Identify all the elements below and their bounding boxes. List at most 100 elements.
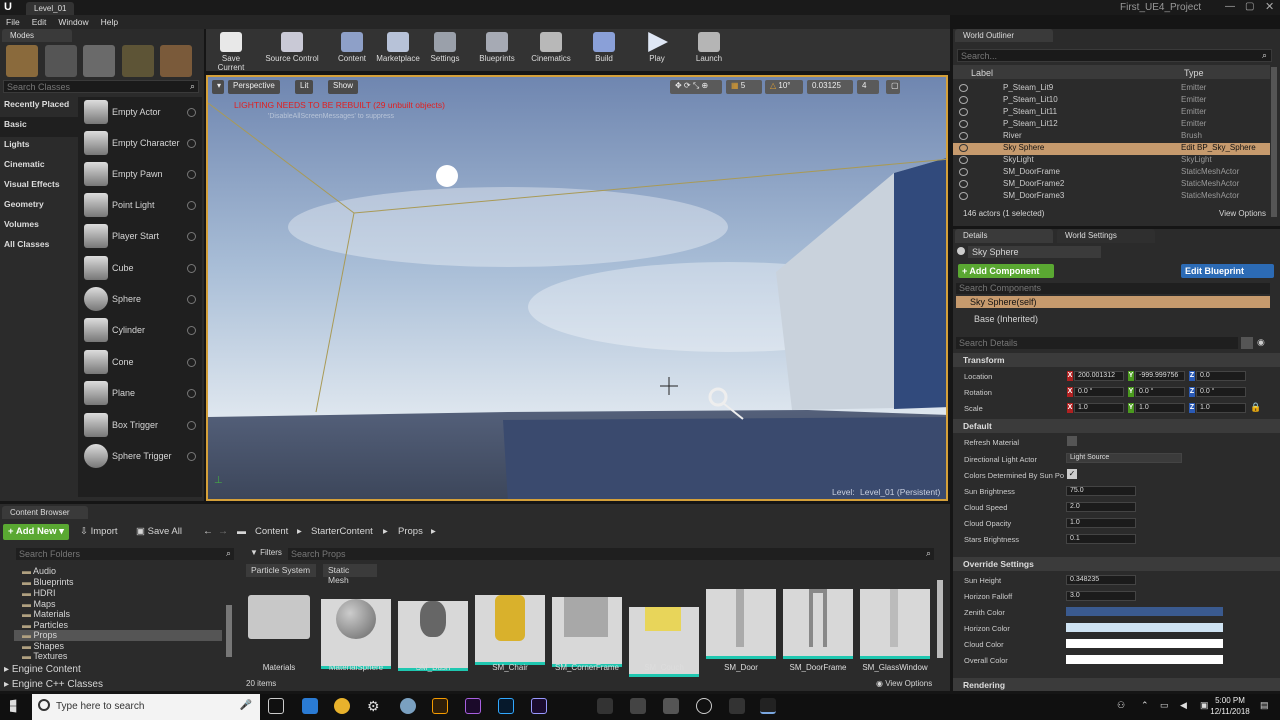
category-volumes[interactable]: Volumes	[0, 217, 78, 237]
asset-tile-sm-bush[interactable]: SM_Bush	[398, 583, 468, 673]
rendering-section[interactable]: Rendering	[953, 678, 1280, 691]
eye-icon[interactable]	[959, 144, 968, 152]
app-icon[interactable]	[663, 698, 679, 714]
content-browser-tab[interactable]: Content Browser	[2, 506, 88, 519]
place-item-cone[interactable]: Cone	[80, 347, 202, 377]
landscape-mode-icon[interactable]	[83, 45, 116, 77]
geometry-mode-icon[interactable]	[160, 45, 193, 77]
clock-time[interactable]: 5:00 PM	[1208, 696, 1252, 705]
place-item-player-start[interactable]: Player Start	[80, 221, 202, 251]
asset-scrollbar[interactable]	[937, 580, 943, 658]
volume-icon[interactable]: ◀	[1180, 700, 1187, 711]
folder-particles[interactable]: ▬ Particles	[22, 620, 68, 630]
asset-tile-sm-couch[interactable]: SM_Couch	[629, 583, 699, 677]
transform-section[interactable]: Transform	[953, 353, 1280, 367]
folder-maps[interactable]: ▬ Maps	[22, 599, 56, 609]
lit-button[interactable]: Lit	[295, 80, 314, 94]
details-tab[interactable]: Details	[955, 229, 1053, 243]
category-basic[interactable]: Basic	[0, 117, 78, 137]
menu-window[interactable]: Window	[52, 17, 94, 27]
network-icon[interactable]: ▭	[1160, 700, 1169, 711]
eye-icon[interactable]	[959, 84, 968, 92]
folder-shapes[interactable]: ▬ Shapes	[22, 641, 64, 651]
location-x-field[interactable]: 200.001312	[1074, 371, 1124, 381]
engine-content-root[interactable]: ▸ Engine Content	[4, 664, 81, 675]
help-icon[interactable]	[187, 451, 196, 461]
viewport-options-button[interactable]: ▾	[212, 80, 224, 94]
eye-icon[interactable]	[959, 132, 968, 140]
rotation-label[interactable]: Rotation	[964, 388, 992, 397]
outliner-row[interactable]: SM_DoorFrame StaticMeshActor	[953, 167, 1270, 179]
eye-icon[interactable]	[959, 120, 968, 128]
lock-icon[interactable]: 🔒	[1250, 402, 1261, 413]
folder-tree-scrollbar[interactable]	[226, 605, 232, 657]
save-current-button[interactable]: Save Current	[208, 32, 254, 72]
search-props-input[interactable]: Search Props ⌕	[288, 548, 934, 560]
stars-brightness-field[interactable]: 0.1	[1066, 534, 1136, 544]
scale-y-field[interactable]: 1.0	[1135, 403, 1185, 413]
search-folders-input[interactable]: Search Folders ⌕	[16, 548, 234, 560]
outliner-search-input[interactable]: Search... ⌕	[957, 49, 1272, 62]
edit-blueprint-button[interactable]: Edit Blueprint	[1181, 264, 1274, 278]
asset-tile-materialsphere[interactable]: MaterialSphere	[321, 583, 391, 673]
minimize-button[interactable]: —	[1225, 1, 1235, 12]
asset-tile-materials[interactable]: Materials	[244, 583, 314, 673]
unreal-editor-icon[interactable]	[760, 698, 776, 714]
cloud-speed-field[interactable]: 2.0	[1066, 502, 1136, 512]
folder-hdri[interactable]: ▬ HDRI	[22, 588, 56, 598]
component-self-row[interactable]: Sky Sphere(self)	[956, 296, 1270, 308]
photoshop-icon[interactable]	[498, 698, 514, 714]
horizon-color-swatch[interactable]	[1066, 623, 1223, 632]
outliner-row[interactable]: SkyLight SkyLight	[953, 155, 1270, 167]
gear-icon[interactable]: ⚙	[367, 698, 383, 714]
scale-z-field[interactable]: 1.0	[1196, 403, 1246, 413]
edge-icon[interactable]	[302, 698, 318, 714]
asset-tile-sm-chair[interactable]: SM_Chair	[475, 583, 545, 673]
place-item-cylinder[interactable]: Cylinder	[80, 315, 202, 345]
eye-icon[interactable]	[959, 96, 968, 104]
rotation-snap-toggle[interactable]: △ 10°	[765, 80, 803, 94]
world-settings-tab[interactable]: World Settings	[1057, 229, 1155, 243]
cloud-color-swatch[interactable]	[1066, 639, 1223, 648]
scale-label[interactable]: Scale	[964, 404, 983, 413]
breadcrumb-props[interactable]: Props	[398, 526, 423, 537]
settings-button[interactable]: Settings	[422, 32, 468, 63]
help-icon[interactable]	[187, 231, 196, 241]
place-item-sphere-trigger[interactable]: Sphere Trigger	[80, 441, 202, 471]
folder-materials[interactable]: ▬ Materials	[22, 609, 70, 619]
play-button[interactable]: Play	[634, 32, 680, 63]
help-icon[interactable]	[187, 107, 196, 117]
asset-tile-sm-cornerframe[interactable]: SM_CornerFrame	[552, 583, 622, 673]
filter-particle-system[interactable]: Particle System	[246, 564, 316, 577]
eye-icon[interactable]: ◉	[1257, 337, 1273, 349]
grid-snap-toggle[interactable]: ▦ 5	[726, 80, 762, 94]
cloud-opacity-field[interactable]: 1.0	[1066, 518, 1136, 528]
level-viewport[interactable]: ▾ Perspective Lit Show LIGHTING NEEDS TO…	[206, 75, 948, 501]
category-all-classes[interactable]: All Classes	[0, 237, 78, 257]
asset-tile-sm-doorframe[interactable]: SM_DoorFrame	[783, 583, 853, 673]
launch-button[interactable]: Launch	[686, 32, 732, 63]
outliner-row[interactable]: P_Steam_Lit10 Emitter	[953, 95, 1270, 107]
search-components-input[interactable]: Search Components	[956, 283, 1270, 294]
after-effects-icon[interactable]	[531, 698, 547, 714]
place-item-sphere[interactable]: Sphere	[80, 284, 202, 314]
help-icon[interactable]	[187, 420, 196, 430]
help-icon[interactable]	[187, 200, 196, 210]
search-classes-input[interactable]: Search Classes ⌕	[3, 80, 199, 93]
outliner-view-options[interactable]: View Options	[1219, 209, 1266, 218]
add-new-button[interactable]: + Add New ▾	[3, 524, 69, 540]
place-item-empty-actor[interactable]: Empty Actor	[80, 97, 202, 127]
app-icon[interactable]	[696, 698, 712, 714]
place-item-box-trigger[interactable]: Box Trigger	[80, 410, 202, 440]
epic-launcher-icon[interactable]	[729, 698, 745, 714]
folder-blueprints[interactable]: ▬ Blueprints	[22, 577, 74, 587]
add-component-button[interactable]: + Add Component	[958, 264, 1054, 278]
actor-name-field[interactable]: Sky Sphere	[968, 246, 1101, 258]
outliner-row[interactable]: SM_DoorFrame3 StaticMeshActor	[953, 191, 1270, 203]
show-button[interactable]: Show	[328, 80, 359, 94]
place-item-empty-pawn[interactable]: Empty Pawn	[80, 159, 202, 189]
eye-icon[interactable]	[959, 192, 968, 200]
perspective-button[interactable]: Perspective	[228, 80, 280, 94]
transform-tools[interactable]: ✥ ⟳ ⤡ ⊕	[670, 80, 722, 94]
marketplace-button[interactable]: Marketplace	[373, 32, 423, 63]
